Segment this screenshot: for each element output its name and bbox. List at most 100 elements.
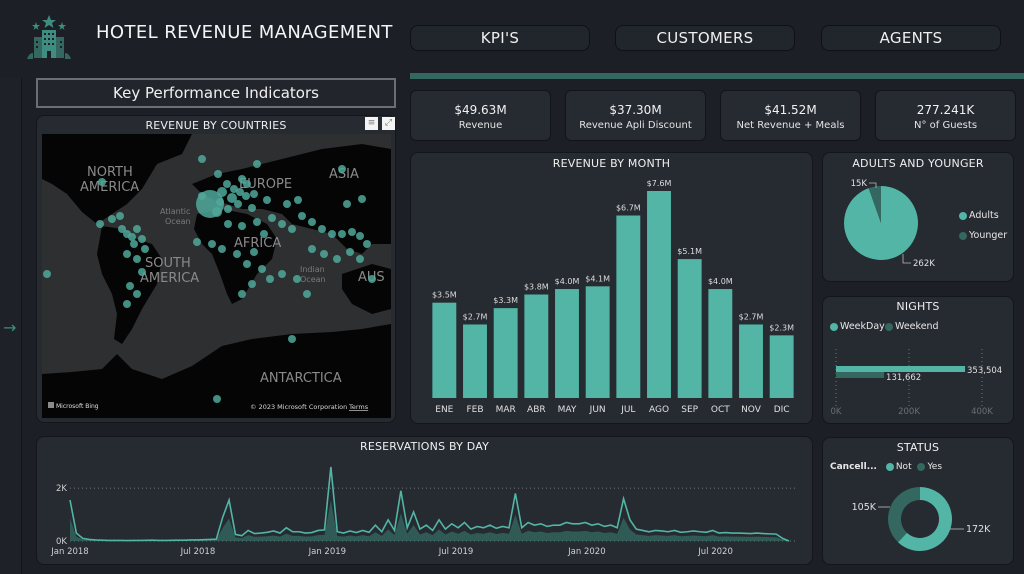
country-marker[interactable] (96, 220, 104, 228)
country-marker[interactable] (138, 235, 146, 243)
country-marker[interactable] (363, 240, 371, 248)
country-marker[interactable] (130, 240, 138, 248)
country-marker[interactable] (141, 245, 149, 253)
country-marker[interactable] (278, 270, 286, 278)
country-marker[interactable] (138, 268, 146, 276)
country-marker[interactable] (356, 232, 364, 240)
country-marker[interactable] (238, 290, 246, 298)
world-map[interactable]: NORTH AMERICA SOUTH AMERICA EUROPE ASIA … (42, 134, 391, 418)
series-line[interactable] (69, 466, 790, 542)
country-marker[interactable] (214, 170, 222, 178)
country-marker[interactable] (223, 180, 231, 188)
country-marker[interactable] (198, 155, 206, 163)
nav-agents-button[interactable]: AGENTS (821, 25, 1001, 51)
nav-kpis-button[interactable]: KPI'S (410, 25, 590, 51)
country-marker[interactable] (348, 228, 356, 236)
country-marker[interactable] (318, 225, 326, 233)
country-marker[interactable] (234, 200, 242, 208)
bar-sep[interactable] (677, 259, 702, 398)
country-marker[interactable] (253, 160, 261, 168)
bar-ago[interactable] (647, 191, 671, 398)
legend-item-younger[interactable]: Younger (959, 230, 1007, 241)
bar-abr[interactable] (524, 294, 549, 399)
country-marker[interactable] (338, 165, 346, 173)
country-marker[interactable] (216, 198, 224, 206)
country-marker[interactable] (133, 225, 141, 233)
country-marker[interactable] (123, 250, 131, 258)
country-marker[interactable] (108, 215, 116, 223)
country-marker[interactable] (248, 280, 256, 288)
bar-dic[interactable] (769, 335, 794, 398)
country-marker[interactable] (358, 195, 366, 203)
country-marker[interactable] (243, 180, 251, 188)
country-marker[interactable] (236, 188, 244, 196)
country-marker[interactable] (308, 245, 316, 253)
bar-may[interactable] (555, 289, 579, 398)
kpi-value: 277.241K (916, 103, 975, 117)
country-marker[interactable] (258, 265, 266, 273)
bar-feb[interactable] (463, 324, 487, 398)
bar-nov[interactable] (739, 324, 763, 398)
country-marker[interactable] (212, 207, 222, 217)
country-marker[interactable] (368, 275, 376, 283)
focus-mode-icon[interactable]: ⤢ (382, 117, 395, 130)
country-marker[interactable] (253, 218, 261, 226)
country-marker[interactable] (288, 225, 296, 233)
country-marker[interactable] (128, 233, 136, 241)
country-marker[interactable] (233, 250, 241, 258)
arrow-right-icon[interactable]: → (3, 318, 16, 337)
nav-customers-button[interactable]: CUSTOMERS (615, 25, 795, 51)
filter-icon[interactable]: ≡ (365, 117, 378, 130)
bar-ene[interactable] (432, 302, 457, 398)
country-marker[interactable] (303, 290, 311, 298)
country-marker[interactable] (208, 240, 216, 248)
country-marker[interactable] (260, 230, 268, 238)
country-marker[interactable] (288, 335, 296, 343)
bar-weekday[interactable] (836, 366, 966, 372)
country-marker[interactable] (356, 255, 364, 263)
bar-jul[interactable] (616, 215, 641, 398)
legend-label: Adults (969, 210, 999, 221)
legend-label: Younger (969, 230, 1008, 241)
country-marker[interactable] (238, 222, 246, 230)
country-marker[interactable] (224, 205, 232, 213)
country-marker[interactable] (346, 248, 354, 256)
donut-slice-yes[interactable] (888, 487, 920, 543)
country-marker[interactable] (298, 212, 306, 220)
country-marker[interactable] (250, 190, 258, 198)
country-marker[interactable] (133, 255, 141, 263)
bar-oct[interactable] (708, 289, 733, 398)
country-marker[interactable] (243, 260, 251, 268)
country-marker[interactable] (263, 196, 271, 204)
country-marker[interactable] (338, 230, 346, 238)
legend-item-adults[interactable]: Adults (959, 210, 999, 221)
country-marker[interactable] (283, 200, 291, 208)
bar-weekend[interactable] (836, 372, 885, 378)
country-marker[interactable] (333, 255, 341, 263)
country-marker[interactable] (308, 218, 316, 226)
country-marker[interactable] (268, 214, 276, 222)
country-marker[interactable] (278, 220, 286, 228)
country-marker[interactable] (98, 178, 106, 186)
country-marker[interactable] (293, 275, 301, 283)
country-marker[interactable] (294, 196, 302, 204)
country-marker[interactable] (248, 204, 256, 212)
country-marker[interactable] (320, 250, 328, 258)
country-marker[interactable] (123, 300, 131, 308)
country-marker[interactable] (217, 187, 227, 197)
country-marker[interactable] (116, 212, 124, 220)
bar-jun[interactable] (585, 286, 610, 398)
country-marker[interactable] (328, 230, 336, 238)
country-marker[interactable] (133, 290, 141, 298)
country-marker[interactable] (126, 282, 134, 290)
country-marker[interactable] (193, 238, 201, 246)
country-marker[interactable] (218, 245, 226, 253)
country-marker[interactable] (343, 200, 351, 208)
country-marker[interactable] (224, 220, 232, 228)
bar-mar[interactable] (493, 308, 518, 398)
country-marker[interactable] (213, 395, 221, 403)
country-marker[interactable] (250, 248, 258, 256)
country-marker[interactable] (43, 270, 51, 278)
country-marker[interactable] (266, 275, 274, 283)
country-marker[interactable] (198, 192, 206, 200)
